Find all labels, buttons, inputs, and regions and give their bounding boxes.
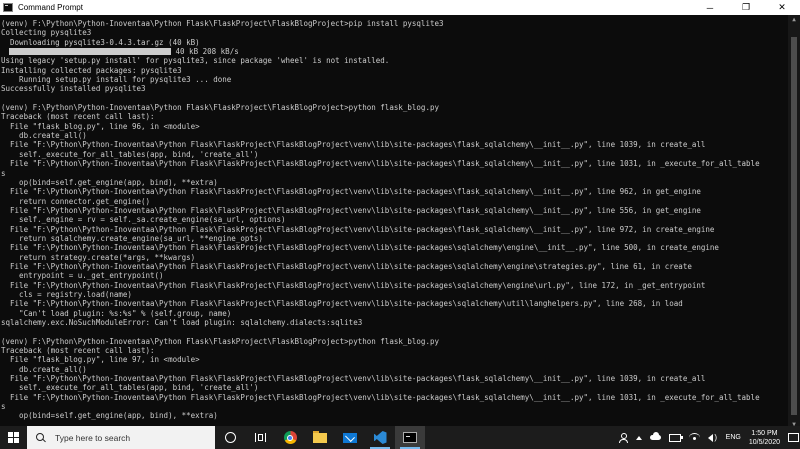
console-line: File "flask_blog.py", line 96, in <modul… — [1, 121, 200, 131]
windows-logo-icon — [8, 432, 19, 443]
console-line: File "F:\Python\Python-Inoventaa\Python … — [1, 159, 760, 169]
console-line: (venv) F:\Python\Python-Inoventaa\Python… — [1, 103, 439, 113]
console-line: s — [1, 402, 6, 412]
console-line: Traceback (most recent call last): — [1, 112, 155, 122]
mail-taskbar-button[interactable] — [335, 426, 365, 449]
mail-icon — [343, 432, 357, 443]
console-line: Successfully installed pysqlite3 — [1, 84, 146, 94]
console-line: entrypoint = u._get_entrypoint() — [1, 271, 164, 281]
maximize-button[interactable]: ❐ — [728, 0, 764, 15]
console-line: sqlalchemy.exc.NoSuchModuleError: Can't … — [1, 318, 363, 327]
volume-icon[interactable] — [708, 433, 718, 442]
console-line: self._engine = rv = self._sa.create_engi… — [1, 215, 286, 225]
vscode-taskbar-button[interactable] — [365, 426, 395, 449]
console-line: op(bind=self.get_engine(app, bind), **ex… — [1, 411, 218, 421]
console-line: File "F:\Python\Python-Inoventaa\Python … — [1, 261, 692, 271]
console-line: File "F:\Python\Python-Inoventaa\Python … — [1, 187, 701, 197]
scrollbar-thumb[interactable] — [791, 37, 797, 415]
console-line: File "flask_blog.py", line 97, in <modul… — [1, 355, 200, 365]
console-line: File "F:\Python\Python-Inoventaa\Python … — [1, 299, 683, 309]
console-line: self._execute_for_all_tables(app, bind, … — [1, 149, 259, 159]
console-line: (venv) F:\Python\Python-Inoventaa\Python… — [1, 19, 444, 28]
console-line: Installing collected packages: pysqlite3 — [1, 65, 182, 75]
file-explorer-taskbar-button[interactable] — [305, 426, 335, 449]
clock[interactable]: 1:50 PM 10/5/2020 — [749, 429, 780, 447]
show-hidden-icons-chevron-icon[interactable] — [635, 435, 642, 440]
onedrive-cloud-icon[interactable] — [649, 432, 661, 440]
console-line: return sqlalchemy.create_engine(sa_url, … — [1, 233, 263, 243]
console-line: cls = registry.load(name) — [1, 289, 132, 299]
console-line: Traceback (most recent call last): — [1, 346, 155, 356]
console-line: self._execute_for_all_tables(app, bind, … — [1, 383, 259, 393]
taskbar: Type here to search ENG 1:50 PM 10/5/202… — [0, 426, 800, 449]
cmd-app-icon[interactable] — [3, 3, 13, 12]
notification-center-icon[interactable] — [786, 426, 800, 449]
vscode-icon — [373, 431, 387, 444]
console-line: return connector.get_engine() — [1, 196, 151, 206]
clock-time: 1:50 PM — [751, 429, 778, 437]
people-icon[interactable] — [618, 433, 628, 443]
scroll-up-arrow-icon[interactable]: ▲ — [788, 15, 800, 25]
console-line: File "F:\Python\Python-Inoventaa\Python … — [1, 243, 719, 253]
folder-icon — [313, 430, 327, 443]
download-progress-line: 40 kB 208 kB/s — [1, 47, 788, 56]
console-line: Collecting pysqlite3 — [1, 28, 92, 38]
download-progress-bar — [9, 48, 171, 56]
console-line: File "F:\Python\Python-Inoventaa\Python … — [1, 280, 706, 290]
system-tray: ENG 1:50 PM 10/5/2020 — [615, 426, 800, 449]
cortana-icon — [224, 432, 236, 443]
vertical-scrollbar[interactable]: ▲ ▼ — [788, 15, 800, 430]
console-line: s — [1, 168, 6, 178]
battery-icon[interactable] — [668, 433, 683, 442]
language-indicator[interactable]: ENG — [726, 434, 741, 441]
minimize-button[interactable]: ─ — [692, 0, 728, 15]
console-line: File "F:\Python\Python-Inoventaa\Python … — [1, 374, 706, 384]
console-line: op(bind=self.get_engine(app, bind), **ex… — [1, 177, 218, 187]
console-line: File "F:\Python\Python-Inoventaa\Python … — [1, 224, 715, 234]
console-line: Downloading pysqlite3-0.4.3.tar.gz (40 k… — [1, 37, 200, 47]
console-line: db.create_all() — [1, 131, 87, 141]
clock-date: 10/5/2020 — [748, 438, 780, 446]
cortana-button[interactable] — [215, 426, 245, 449]
task-view-icon — [254, 433, 266, 442]
chrome-icon — [283, 431, 297, 444]
console-line: File "F:\Python\Python-Inoventaa\Python … — [1, 392, 760, 402]
console-line: File "F:\Python\Python-Inoventaa\Python … — [1, 205, 701, 215]
console-line: File "F:\Python\Python-Inoventaa\Python … — [1, 140, 706, 150]
chrome-taskbar-button[interactable] — [275, 426, 305, 449]
download-progress-text: 40 kB 208 kB/s — [171, 47, 239, 57]
console-line: (venv) F:\Python\Python-Inoventaa\Python… — [1, 336, 439, 346]
console-output[interactable]: (venv) F:\Python\Python-Inoventaa\Python… — [0, 15, 788, 430]
close-button[interactable]: ✕ — [764, 0, 800, 15]
search-placeholder: Type here to search — [55, 432, 131, 443]
wifi-icon[interactable] — [688, 433, 700, 442]
console-line: db.create_all() — [1, 364, 87, 374]
cmd-taskbar-button[interactable] — [395, 426, 425, 449]
console-line: return strategy.create(*args, **kwargs) — [1, 252, 196, 262]
title-bar: Command Prompt ─ ❐ ✕ — [0, 0, 800, 15]
search-icon — [36, 432, 46, 443]
console-line: Running setup.py install for pysqlite3 .… — [1, 75, 232, 85]
task-view-button[interactable] — [245, 426, 275, 449]
console-line: "Can't load plugin: %s:%s" % (self.group… — [1, 308, 232, 318]
command-prompt-icon — [403, 432, 417, 443]
window-title: Command Prompt — [18, 3, 83, 12]
console-line: Using legacy 'setup.py install' for pysq… — [1, 56, 390, 66]
start-button[interactable] — [0, 426, 27, 449]
taskbar-search-box[interactable]: Type here to search — [27, 426, 215, 449]
